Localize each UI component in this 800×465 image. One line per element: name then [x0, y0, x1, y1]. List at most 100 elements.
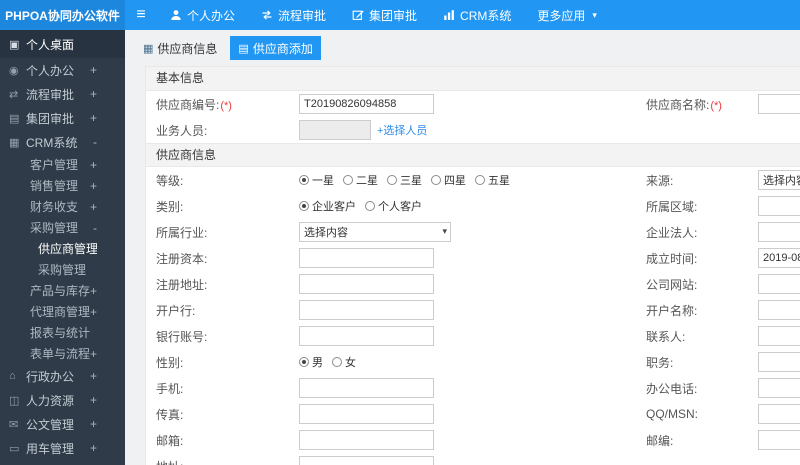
text-input[interactable] — [758, 274, 800, 294]
text-input[interactable] — [299, 378, 434, 398]
text-input[interactable] — [299, 300, 434, 320]
sidebar: ▣ 个人桌面 ◉ 个人办公 + ⇄ 流程审批 + ▤ 集团审批 + ▦ CRM系统 - 客户管理 + 销售管理 +… — [0, 30, 125, 465]
sidebar-item[interactable]: ▤ 集团审批 + — [0, 106, 125, 130]
field-area — [758, 94, 800, 114]
expand-plus-icon: + — [89, 304, 97, 319]
form-row: 供应商编号:(*)供应商名称:(*) — [146, 91, 800, 117]
expand-plus-icon: + — [89, 63, 97, 77]
nav-item[interactable]: 更多应用 ▾ — [524, 0, 610, 30]
text-input[interactable] — [758, 352, 800, 372]
tab-item[interactable]: ▤ 供应商添加 — [230, 36, 321, 60]
form-row: 地址: — [146, 453, 800, 465]
form-row: 开户行: 开户名称: — [146, 297, 800, 323]
sidebar-item[interactable]: 采购管理 — [0, 259, 125, 280]
text-input[interactable] — [299, 404, 434, 424]
radio-icon — [431, 175, 441, 185]
field-label: 传真: — [146, 406, 299, 423]
text-input[interactable] — [758, 430, 800, 450]
radio-option[interactable]: 男 — [299, 354, 323, 370]
nav-item[interactable]: CRM系统 — [430, 0, 524, 30]
sidebar-item[interactable]: ▤档案管理+ — [0, 460, 125, 465]
sidebar-item[interactable]: 代理商管理 + — [0, 301, 125, 322]
field-area — [299, 274, 646, 294]
field-label-text: 性别: — [156, 355, 184, 370]
sidebar-item[interactable]: ✉ 公文管理 + — [0, 412, 125, 436]
field-label: 供应商名称:(*) — [646, 96, 758, 113]
sidebar-item[interactable]: 采购管理 - — [0, 217, 125, 238]
sidebar-item[interactable]: ▦ CRM系统 - — [0, 130, 125, 154]
tab-item[interactable]: ▦ 供应商信息 — [135, 36, 225, 60]
sidebar-item[interactable]: ⌂ 行政办公 + — [0, 364, 125, 388]
field-label: 业务人员: — [146, 122, 299, 139]
text-input[interactable] — [758, 248, 800, 268]
field-area — [299, 326, 646, 346]
nav-item[interactable]: 个人办公 — [157, 0, 248, 30]
picker-input[interactable] — [299, 120, 371, 140]
text-input[interactable] — [299, 274, 434, 294]
radio-option-label: 企业客户 — [312, 201, 356, 213]
text-input[interactable] — [299, 94, 434, 114]
text-input[interactable] — [758, 404, 800, 424]
choose-person-link[interactable]: +选择人员 — [377, 122, 427, 138]
text-input[interactable] — [299, 326, 434, 346]
sidebar-item[interactable]: ▣ 个人桌面 — [0, 30, 125, 58]
sidebar-item[interactable]: 报表与统计 — [0, 322, 125, 343]
sidebar-item[interactable]: 供应商管理 — [0, 238, 125, 259]
expand-plus-icon: + — [89, 346, 97, 361]
radio-option[interactable]: 三星 — [387, 172, 422, 188]
radio-option-label: 男 — [312, 357, 323, 369]
section-title: 基本信息 — [146, 67, 800, 91]
sidebar-item[interactable]: ◫ 人力资源 + — [0, 388, 125, 412]
text-input[interactable] — [758, 300, 800, 320]
menu-toggle-icon[interactable]: ≡ — [125, 0, 157, 30]
nav-item[interactable]: 集团审批 — [339, 0, 430, 30]
text-input[interactable] — [758, 94, 800, 114]
text-input[interactable] — [299, 248, 434, 268]
radio-option[interactable]: 二星 — [343, 172, 378, 188]
sidebar-item[interactable]: 销售管理 + — [0, 175, 125, 196]
radio-icon — [332, 357, 342, 367]
sidebar-item[interactable]: ▭ 用车管理 + — [0, 436, 125, 460]
sidebar-item-label: 客户管理 — [30, 158, 79, 172]
radio-option-label: 五星 — [488, 175, 510, 187]
nav-item[interactable]: 流程审批 — [248, 0, 339, 30]
field-label-text: 手机: — [156, 381, 184, 396]
sidebar-item[interactable]: ◉ 个人办公 + — [0, 58, 125, 82]
field-area — [758, 300, 800, 320]
field-label-text: 邮编: — [646, 433, 674, 448]
tab-bar: ▦ 供应商信息 ▤ 供应商添加 — [125, 30, 800, 66]
radio-option[interactable]: 企业客户 — [299, 198, 356, 214]
sidebar-item[interactable]: 财务收支 + — [0, 196, 125, 217]
form-row: 邮箱: 邮编: — [146, 427, 800, 453]
text-input[interactable] — [758, 378, 800, 398]
text-input[interactable] — [758, 196, 800, 216]
sidebar-item[interactable]: ⇄ 流程审批 + — [0, 82, 125, 106]
field-area — [758, 196, 800, 216]
radio-option[interactable]: 女 — [332, 354, 356, 370]
field-label-text: 类别: — [156, 199, 184, 214]
text-input[interactable] — [758, 326, 800, 346]
sidebar-item[interactable]: 产品与库存 + — [0, 280, 125, 301]
select-input[interactable]: 选择内容▾ — [299, 222, 451, 242]
field-label: 地址: — [146, 458, 299, 465]
text-input[interactable] — [299, 430, 434, 450]
select-input[interactable]: 选择内容▾ — [758, 170, 800, 190]
sidebar-item-label: 财务收支 — [30, 200, 79, 214]
expand-plus-icon: + — [89, 417, 97, 431]
radio-option[interactable]: 个人客户 — [365, 198, 422, 214]
text-input[interactable] — [299, 456, 434, 465]
user-icon — [170, 9, 182, 21]
field-area — [758, 248, 800, 268]
sidebar-item-label: 报表与统计 — [30, 326, 91, 340]
app-logo: PHPOA协同办公软件 — [0, 0, 125, 30]
radio-icon — [343, 175, 353, 185]
radio-option[interactable]: 一星 — [299, 172, 334, 188]
text-input[interactable] — [758, 222, 800, 242]
sidebar-item[interactable]: 客户管理 + — [0, 154, 125, 175]
field-area — [758, 404, 800, 424]
sidebar-item[interactable]: 表单与流程设置+ — [0, 343, 125, 364]
radio-option[interactable]: 五星 — [475, 172, 510, 188]
radio-option[interactable]: 四星 — [431, 172, 466, 188]
field-label: 职务: — [646, 354, 758, 371]
vehicle-icon: ▭ — [9, 442, 20, 455]
